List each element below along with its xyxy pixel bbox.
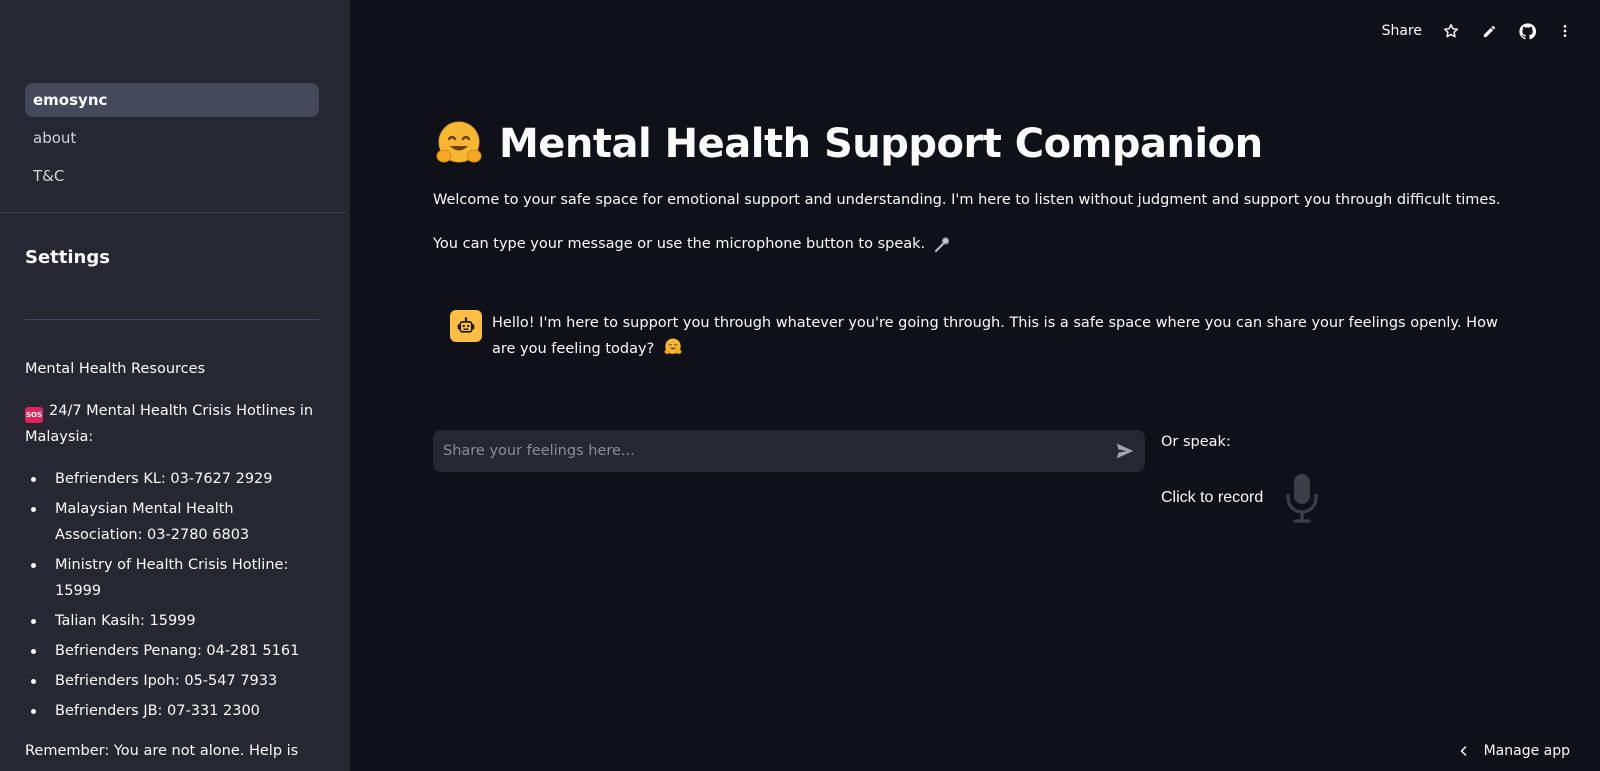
send-icon xyxy=(1116,443,1134,459)
page-title: Mental Health Support Companion xyxy=(499,121,1263,167)
share-button[interactable]: Share xyxy=(1382,23,1422,39)
hotline-item: Malaysian Mental Health Association: 03-… xyxy=(25,496,325,548)
robot-icon xyxy=(457,317,475,333)
more-vert-icon[interactable] xyxy=(1556,22,1574,40)
hugging-face-icon xyxy=(436,121,482,163)
hotline-item: Befrienders JB: 07-331 2300 xyxy=(25,698,325,724)
github-icon[interactable] xyxy=(1518,22,1536,40)
microphone-icon[interactable] xyxy=(1283,472,1321,524)
app-root: emosync about T&C Settings Mental Health… xyxy=(0,0,1600,771)
pencil-icon[interactable] xyxy=(1480,22,1498,40)
title-row: Mental Health Support Companion xyxy=(433,118,1263,170)
sidebar: emosync about T&C Settings Mental Health… xyxy=(0,0,350,771)
manage-app-button[interactable]: Manage app xyxy=(1458,743,1570,759)
intro-instructions: You can type your message or use the mic… xyxy=(433,235,951,253)
or-speak-label: Or speak: xyxy=(1161,434,1231,450)
settings-title: Settings xyxy=(25,247,110,268)
bot-avatar xyxy=(450,310,482,342)
sos-icon: SOS xyxy=(25,407,43,423)
audio-recorder[interactable]: Click to record xyxy=(1161,472,1321,524)
nav-item-emosync[interactable]: emosync xyxy=(25,83,319,117)
nav-item-about[interactable]: about xyxy=(25,121,319,155)
top-toolbar: Share xyxy=(1382,22,1574,40)
nav-divider xyxy=(0,212,345,213)
nav-item-tc[interactable]: T&C xyxy=(25,159,319,193)
star-icon[interactable] xyxy=(1442,22,1460,40)
chevron-left-icon xyxy=(1460,746,1466,756)
manage-app-label: Manage app xyxy=(1483,743,1570,759)
bot-message-text: Hello! I'm here to support you through w… xyxy=(492,315,1498,357)
record-label: Click to record xyxy=(1161,489,1264,506)
hotline-item: Talian Kasih: 15999 xyxy=(25,608,325,634)
resources-heading: Mental Health Resources xyxy=(25,361,206,377)
hotlines-intro-text: 24/7 Mental Health Crisis Hotlines in Ma… xyxy=(25,403,314,445)
intro-instructions-text: You can type your message or use the mic… xyxy=(433,236,926,252)
chat-input[interactable] xyxy=(433,430,1105,472)
settings-divider xyxy=(25,319,319,320)
resources-section: Mental Health Resources SOS 24/7 Mental H… xyxy=(25,356,325,764)
intro-text: Welcome to your safe space for emotional… xyxy=(433,192,1501,208)
chat-message-text: Hello! I'm here to support you through w… xyxy=(492,310,1520,362)
chat-input-container xyxy=(433,430,1145,472)
chat-message-assistant: Hello! I'm here to support you through w… xyxy=(450,310,1520,362)
hotline-item: Ministry of Health Crisis Hotline: 15999 xyxy=(25,552,325,604)
hotline-item: Befrienders Ipoh: 05-547 7933 xyxy=(25,668,325,694)
remember-text: Remember: You are not alone. Help is xyxy=(25,743,299,759)
hugging-face-small-icon xyxy=(664,338,682,354)
hotline-item: Befrienders Penang: 04-281 5161 xyxy=(25,638,325,664)
hotlines-intro: SOS 24/7 Mental Health Crisis Hotlines in… xyxy=(25,398,325,450)
microphone-emoji-icon xyxy=(935,237,950,253)
hotline-list: Befrienders KL: 03-7627 2929 Malaysian M… xyxy=(25,466,325,724)
sidebar-nav: emosync about T&C xyxy=(25,83,319,197)
hotline-item: Befrienders KL: 03-7627 2929 xyxy=(25,466,325,492)
send-button[interactable] xyxy=(1105,430,1145,472)
